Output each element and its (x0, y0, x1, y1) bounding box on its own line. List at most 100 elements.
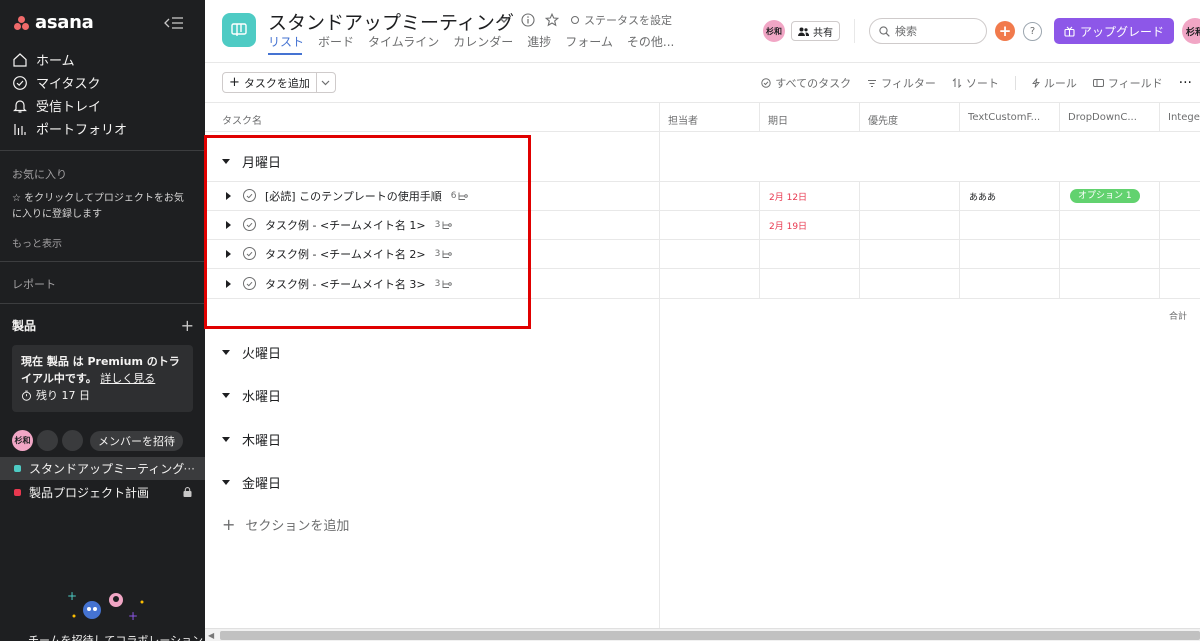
avatar[interactable]: 杉和 (12, 430, 33, 451)
collapse-sidebar-icon[interactable] (164, 16, 184, 30)
asana-logo[interactable]: asana (14, 12, 94, 33)
toolbar-actions: すべてのタスク フィルター ソート ルール フィールド ··· (761, 75, 1200, 91)
sidebar-project-standup[interactable]: スタンドアップミーティング ··· (0, 457, 205, 480)
due-date-cell[interactable]: 2月 19日 (769, 219, 807, 232)
tab-timeline[interactable]: タイムライン (368, 33, 439, 56)
team-members: 杉和 メンバーを招待 (12, 430, 183, 451)
section-header-thursday[interactable]: 木曜日 (222, 430, 281, 449)
collaboration-illustration: + + (67, 589, 144, 623)
search-placeholder: 検索 (894, 25, 917, 38)
sidebar-project-product-plan[interactable]: 製品プロジェクト計画 (0, 481, 205, 504)
show-more-link[interactable]: もっと表示 (12, 235, 62, 250)
share-button[interactable]: 共有 (790, 21, 840, 41)
learn-more-link[interactable]: 詳しく見る (100, 372, 155, 385)
due-date-cell[interactable]: 2月 12日 (769, 190, 807, 203)
user-avatar[interactable]: 杉和 (1182, 18, 1200, 44)
add-task-dropdown[interactable] (317, 73, 335, 92)
chevron-down-icon[interactable] (497, 13, 511, 27)
upgrade-button[interactable]: アップグレード (1053, 18, 1174, 44)
sidebar-item-label: マイタスク (36, 77, 101, 92)
grid-line (859, 181, 860, 299)
bar-chart-icon (14, 123, 26, 135)
scroll-left-arrow-icon[interactable]: ◀ (208, 631, 214, 640)
svg-text:+: + (67, 589, 77, 603)
share-label: 共有 (812, 27, 833, 39)
tab-more[interactable]: その他... (627, 33, 674, 56)
toolbar-divider (1014, 76, 1016, 90)
grid-line (1159, 181, 1160, 299)
star-icon[interactable] (545, 13, 559, 27)
favorites-hint: ☆ をクリックしてプロジェクトをお気に入りに登録します (12, 193, 184, 220)
fields-button[interactable]: フィールド (1092, 75, 1163, 91)
trial-banner: 現在 製品 は Premium のトライアル中です。 詳しく見る 残り 17 日 (12, 345, 193, 412)
lightning-icon (1031, 78, 1040, 88)
project-color-swatch (14, 489, 21, 496)
text-field-cell[interactable]: あああ (969, 190, 996, 203)
section-header-friday[interactable]: 金曜日 (222, 473, 281, 492)
scrollbar-thumb[interactable] (220, 631, 1200, 640)
section-header-wednesday[interactable]: 水曜日 (222, 386, 281, 405)
collapse-triangle-icon[interactable] (222, 437, 230, 442)
project-icon[interactable] (222, 13, 256, 47)
tab-progress[interactable]: 進捗 (527, 33, 551, 56)
svg-text:+: + (128, 609, 138, 623)
all-tasks-filter[interactable]: すべてのタスク (761, 75, 851, 91)
column-header-integer[interactable]: Integer (1160, 102, 1200, 132)
sort-button[interactable]: ソート (952, 75, 999, 91)
view-tabs: リスト ボード タイムライン カレンダー 進捗 フォーム その他... (268, 33, 688, 56)
collapse-triangle-icon[interactable] (222, 393, 230, 398)
column-header-dropdown-custom-field[interactable]: DropDownC... (1060, 102, 1160, 132)
team-header[interactable]: 製品 + (12, 317, 194, 334)
project-color-swatch (14, 465, 21, 472)
section-title: 金曜日 (242, 477, 282, 492)
dropdown-option-badge[interactable]: オプション 1 (1070, 189, 1140, 203)
quick-add-button[interactable]: + (994, 21, 1015, 41)
rules-button[interactable]: ルール (1031, 75, 1077, 91)
sidebar-item-my-tasks[interactable]: マイタスク (0, 71, 205, 94)
info-icon[interactable] (521, 13, 535, 27)
search-icon (879, 25, 890, 37)
header-actions: 杉和 共有 検索 + ? アップグレード 杉和 (762, 18, 1200, 44)
column-header-priority[interactable]: 優先度 (860, 102, 960, 132)
filter-icon (868, 79, 877, 87)
filter-button[interactable]: フィルター (867, 75, 936, 91)
add-section-button[interactable]: + セクションを追加 (222, 515, 349, 534)
add-project-icon[interactable]: + (181, 317, 194, 333)
team-title: 製品 (12, 319, 37, 333)
home-icon (13, 52, 27, 67)
help-button[interactable]: ? (1022, 21, 1042, 41)
section-title: 木曜日 (242, 434, 282, 449)
check-circle-icon (761, 78, 771, 88)
sidebar-item-portfolio[interactable]: ポートフォリオ (0, 117, 205, 140)
invite-members-button[interactable]: メンバーを招待 (90, 430, 183, 451)
asana-logo-icon (14, 15, 30, 30)
active-tab-underline (268, 53, 302, 55)
tab-forms[interactable]: フォーム (565, 33, 613, 56)
board-icon (231, 23, 247, 36)
stopwatch-icon (22, 390, 31, 401)
section-header-tuesday[interactable]: 火曜日 (222, 343, 281, 362)
avatar[interactable]: 杉和 (762, 20, 785, 42)
gift-icon (1064, 26, 1075, 37)
add-task-button-group: + タスクを追加 (222, 72, 336, 93)
column-header-text-custom-field[interactable]: TextCustomF... (960, 102, 1060, 132)
reports-link[interactable]: レポート (12, 276, 56, 292)
column-header-task-name[interactable]: タスク名 (205, 102, 660, 132)
sidebar-item-inbox[interactable]: 受信トレイ (0, 94, 205, 117)
trial-days: 残り 17 日 (21, 387, 184, 404)
add-task-button[interactable]: + タスクを追加 (223, 73, 317, 92)
column-header-assignee[interactable]: 担当者 (660, 102, 760, 132)
collapse-triangle-icon[interactable] (222, 350, 230, 355)
search-input[interactable]: 検索 (868, 18, 987, 44)
more-icon[interactable]: ··· (184, 462, 195, 476)
more-options-button[interactable]: ··· (1179, 75, 1192, 91)
status-ring-icon (571, 16, 579, 24)
tab-board[interactable]: ボード (318, 33, 354, 56)
horizontal-scrollbar[interactable]: ◀ (205, 628, 1200, 641)
collapse-triangle-icon[interactable] (222, 480, 230, 485)
column-header-due-date[interactable]: 期日 (760, 102, 860, 132)
tab-calendar[interactable]: カレンダー (453, 33, 513, 56)
grid-line (759, 181, 760, 299)
sidebar-item-home[interactable]: ホーム (0, 48, 205, 71)
set-status-button[interactable]: ステータスを設定 (571, 12, 672, 28)
